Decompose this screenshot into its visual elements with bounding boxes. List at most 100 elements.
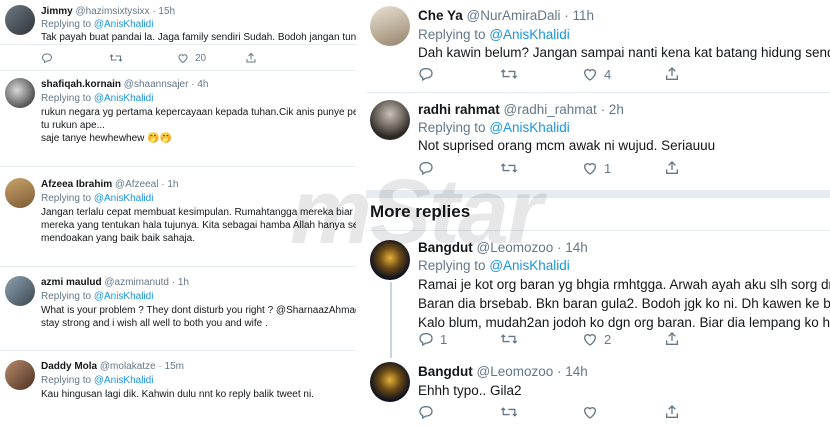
replying-label: Replying to	[41, 19, 92, 30]
author-handle[interactable]: @Afzeeal	[115, 179, 159, 190]
tweet-actions	[418, 404, 680, 420]
timestamp[interactable]: · 15m	[158, 361, 184, 372]
replying-to: Replying to @AnisKhalidi	[41, 374, 153, 387]
avatar[interactable]	[370, 100, 410, 140]
avatar[interactable]	[5, 78, 35, 108]
avatar[interactable]	[5, 178, 35, 208]
replying-label: Replying to	[41, 193, 92, 204]
reply-tweet[interactable]: shafiqah.kornain @shaannsajer · 4h Reply…	[0, 75, 356, 163]
replying-mention[interactable]: @AnisKhalidi	[94, 375, 154, 386]
timestamp[interactable]: · 15h	[152, 6, 175, 17]
author-name[interactable]: Bangdut	[418, 364, 473, 379]
replying-mention[interactable]: @AnisKhalidi	[94, 93, 154, 104]
author-handle[interactable]: @shaannsajer	[124, 79, 189, 90]
retweet-button[interactable]	[500, 66, 582, 82]
reply-button[interactable]	[41, 52, 109, 64]
divider	[0, 350, 356, 351]
like-icon	[583, 163, 597, 175]
reply-count: 1	[440, 331, 448, 347]
author-handle[interactable]: @Leomozoo	[477, 364, 554, 379]
reply-tweet[interactable]: Che Ya @NurAmiraDali · 11h Replying to @…	[366, 0, 830, 93]
replying-to: Replying to @AnisKhalidi	[418, 118, 570, 137]
author-name[interactable]: Daddy Mola	[41, 361, 97, 372]
reply-tweet[interactable]: Jimmy @hazimsixtysixx · 15h Replying to …	[0, 0, 356, 45]
replying-mention[interactable]: @AnisKhalidi	[489, 27, 570, 42]
retweet-icon	[500, 334, 518, 344]
avatar[interactable]	[370, 6, 410, 46]
reply-icon	[41, 53, 53, 64]
avatar[interactable]	[5, 276, 35, 306]
author-handle[interactable]: @molakatze	[100, 361, 156, 372]
tweet-text-line: Kalo blum, mudah2an jodoh ko dgn org bar…	[418, 315, 830, 330]
replying-label: Replying to	[418, 120, 486, 135]
tweet-text: Ehhh typo.. Gila2	[418, 381, 522, 400]
like-button[interactable]: 20	[177, 52, 245, 64]
like-count: 4	[604, 66, 612, 82]
author-name[interactable]: Che Ya	[418, 8, 463, 23]
share-icon	[666, 67, 678, 80]
author-name[interactable]: Afzeea Ibrahim	[41, 179, 112, 190]
author-handle[interactable]: @hazimsixtysixx	[75, 6, 149, 17]
share-button[interactable]	[664, 160, 680, 176]
replying-mention[interactable]: @AnisKhalidi	[489, 120, 570, 135]
retweet-icon	[500, 407, 518, 417]
share-icon	[666, 161, 678, 174]
timestamp[interactable]: · 4h	[191, 79, 208, 90]
author-name[interactable]: radhi rahmat	[418, 102, 500, 117]
reply-button[interactable]: 1	[418, 331, 500, 347]
author-name[interactable]: azmi maulud	[41, 277, 102, 288]
like-button[interactable]: 2	[582, 331, 664, 347]
tweet-header: Bangdut @Leomozoo · 14h	[418, 362, 588, 381]
author-handle[interactable]: @NurAmiraDali	[467, 8, 561, 23]
retweet-button[interactable]	[500, 331, 582, 347]
author-handle[interactable]: @radhi_rahmat	[504, 102, 597, 117]
retweet-button[interactable]	[109, 52, 177, 64]
author-handle[interactable]: @azmimanutd	[104, 277, 169, 288]
reply-icon	[419, 333, 433, 347]
reply-button[interactable]	[418, 66, 500, 82]
timestamp[interactable]: · 14h	[557, 240, 588, 255]
share-icon	[666, 332, 678, 345]
tweet-header: shafiqah.kornain @shaannsajer · 4h	[41, 78, 208, 91]
like-icon	[583, 334, 597, 346]
reply-tweet[interactable]: Bangdut @Leomozoo · 14h Ehhh typo.. Gila…	[366, 360, 830, 426]
avatar[interactable]	[5, 360, 35, 390]
reply-tweet[interactable]: azmi maulud @azmimanutd · 1h Replying to…	[0, 274, 356, 344]
avatar[interactable]	[370, 362, 410, 402]
like-button[interactable]: 1	[582, 160, 664, 176]
tweet-header: Jimmy @hazimsixtysixx · 15h	[41, 5, 175, 18]
tweet-text-line: Tak payah buat pandai la. Jaga family se…	[41, 32, 356, 43]
share-button[interactable]	[664, 66, 680, 82]
timestamp[interactable]: · 2h	[601, 102, 624, 117]
mstar-watermark: mStar	[290, 161, 543, 263]
timestamp[interactable]: · 11h	[564, 8, 594, 23]
reply-icon	[419, 406, 433, 420]
replying-mention[interactable]: @AnisKhalidi	[94, 193, 154, 204]
author-name[interactable]: Jimmy	[41, 6, 73, 17]
like-button[interactable]: 4	[582, 66, 664, 82]
like-count: 20	[195, 52, 207, 64]
reply-tweet[interactable]: Daddy Mola @molakatze · 15m Replying to …	[0, 358, 356, 426]
share-button[interactable]	[245, 52, 257, 64]
tweet-text: Tak payah buat pandai la. Jaga family se…	[41, 31, 356, 44]
replying-to: Replying to @AnisKhalidi	[41, 192, 153, 205]
reply-button[interactable]	[418, 404, 500, 420]
divider	[0, 70, 356, 71]
reply-icon	[419, 68, 433, 82]
replying-to: Replying to @AnisKhalidi	[41, 290, 153, 303]
tweet-text: What is your problem ? They dont disturb…	[41, 304, 356, 330]
like-button[interactable]	[582, 404, 664, 420]
retweet-button[interactable]	[500, 404, 582, 420]
avatar[interactable]	[5, 5, 35, 35]
share-button[interactable]	[664, 331, 680, 347]
timestamp[interactable]: · 14h	[557, 364, 588, 379]
tweet-text-line: Not suprised orang mcm awak ni wujud. Se…	[418, 138, 716, 153]
author-name[interactable]: shafiqah.kornain	[41, 79, 121, 90]
replying-label: Replying to	[41, 93, 92, 104]
timestamp[interactable]: · 1h	[172, 277, 189, 288]
tweet-text: Dah kawin belum? Jangan sampai nanti ken…	[418, 43, 830, 62]
replying-mention[interactable]: @AnisKhalidi	[94, 291, 154, 302]
replying-mention[interactable]: @AnisKhalidi	[94, 19, 154, 30]
timestamp[interactable]: · 1h	[161, 179, 178, 190]
share-button[interactable]	[664, 404, 680, 420]
